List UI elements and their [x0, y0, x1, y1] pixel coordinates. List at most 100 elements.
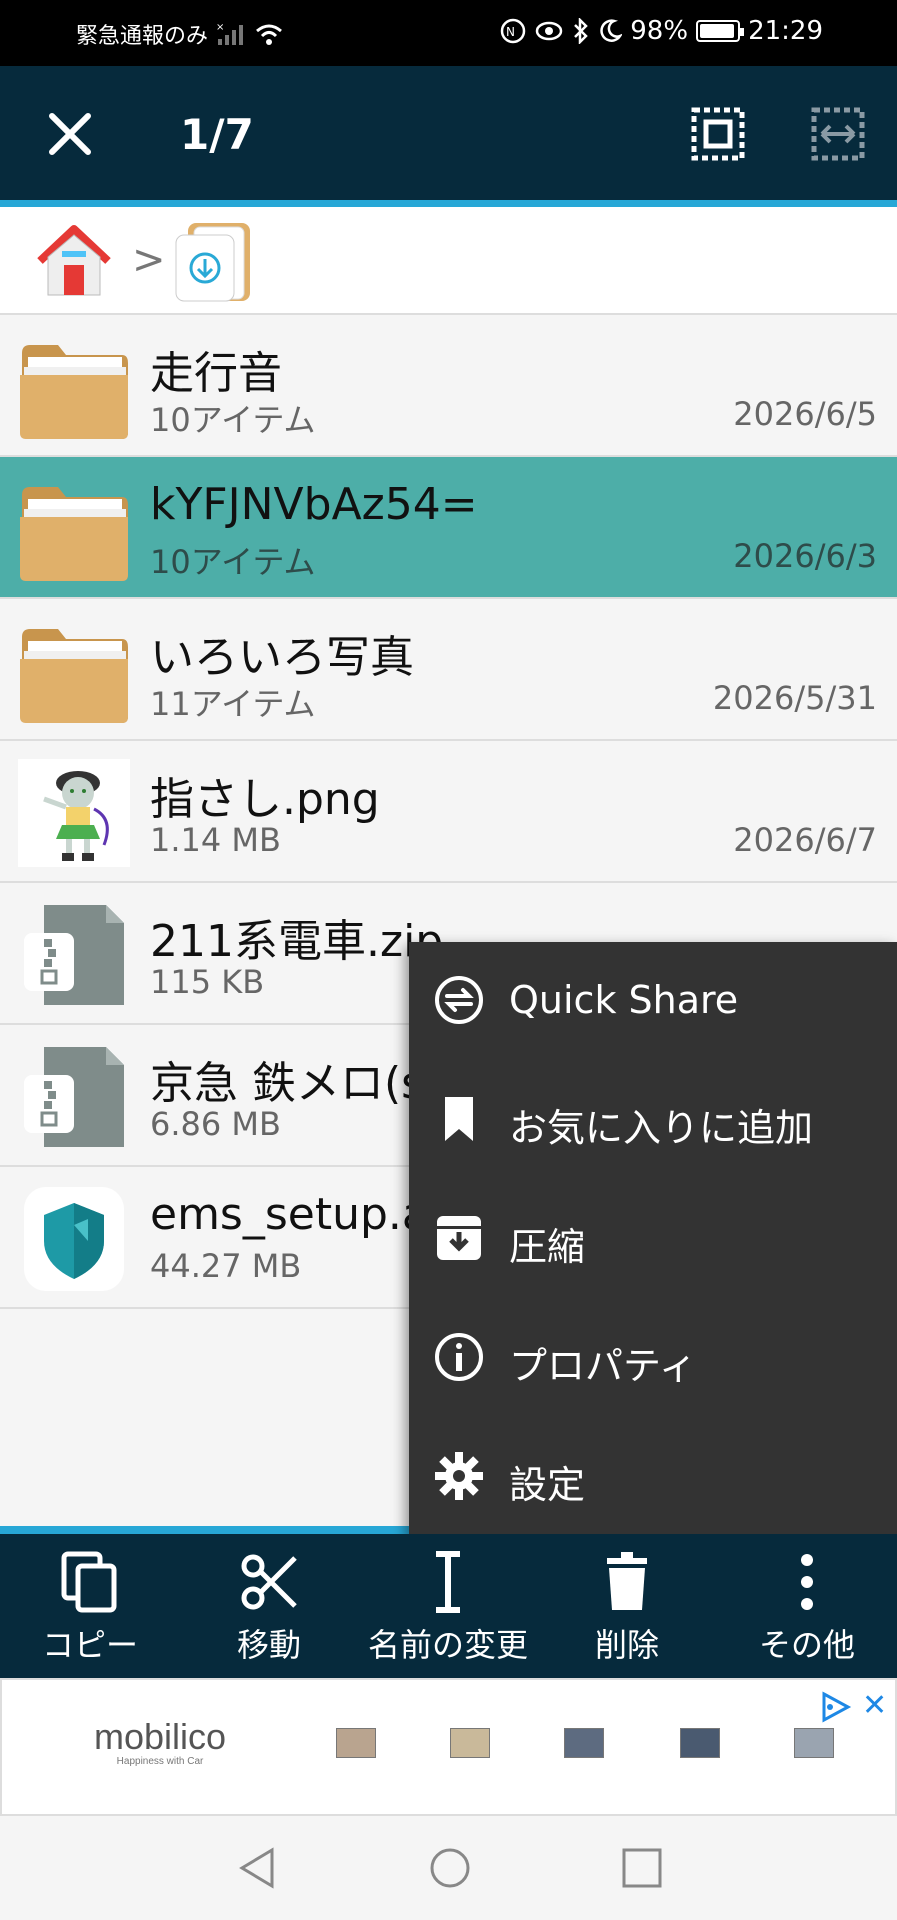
rename-button[interactable]: 名前の変更 — [358, 1534, 538, 1678]
file-meta: 44.27 MB — [150, 1247, 302, 1285]
ad-car-image — [450, 1728, 490, 1758]
gear-icon — [435, 1452, 483, 1500]
file-date: 2026/6/7 — [733, 821, 877, 859]
ad-car-image — [564, 1728, 604, 1758]
bottom-toolbar: コピー 移動 名前の変更 削除 その他 — [0, 1534, 897, 1678]
menu-label: 圧縮 — [509, 1225, 586, 1269]
ad-banner[interactable]: mobilico Happiness with Car ✕ — [0, 1678, 897, 1816]
more-button[interactable]: その他 — [717, 1534, 897, 1678]
more-vert-icon — [801, 1554, 813, 1610]
quick-share-icon — [435, 976, 483, 1024]
folder-icon — [20, 629, 128, 723]
file-meta: 1.14 MB — [150, 821, 281, 859]
bookmark-icon — [445, 1097, 473, 1141]
svg-text:N: N — [506, 25, 515, 39]
svg-text:×: × — [216, 22, 224, 33]
file-meta: 11アイテム — [150, 685, 316, 723]
file-name: 京急 鉄メロ(s — [150, 1058, 425, 1109]
file-date: 2026/6/5 — [733, 395, 877, 433]
menu-item-quick-share[interactable]: Quick Share — [409, 942, 897, 1061]
accent-line — [0, 200, 897, 207]
ad-close-icon[interactable]: ✕ — [862, 1688, 887, 1723]
status-right: N 98% 21:29 — [500, 16, 823, 46]
move-button[interactable]: 移動 — [179, 1534, 359, 1678]
home-nav-icon[interactable] — [428, 1846, 472, 1890]
ad-car-image — [680, 1728, 720, 1758]
file-meta: 115 KB — [150, 963, 265, 1001]
list-item[interactable]: 走行音 10アイテム 2026/6/5 — [0, 315, 897, 457]
menu-label: お気に入りに追加 — [509, 1106, 814, 1150]
toolbar-label: 名前の変更 — [367, 1626, 528, 1664]
status-left: 緊急通報のみ × — [76, 18, 284, 50]
battery-percent: 98% — [630, 16, 689, 46]
home-icon[interactable] — [34, 221, 114, 301]
status-bar: 緊急通報のみ × N 98% 21:29 — [0, 0, 897, 66]
folder-icon — [20, 487, 128, 581]
menu-label: プロパティ — [509, 1344, 697, 1388]
list-item-selected[interactable]: kYFJNVbAz54= 10アイテム 2026/6/3 — [0, 457, 897, 599]
eye-icon — [536, 21, 563, 41]
file-meta: 10アイテム — [150, 543, 316, 581]
system-nav-bar — [0, 1816, 897, 1920]
ad-car-image — [336, 1728, 376, 1758]
ad-car-image — [794, 1728, 834, 1758]
file-name: kYFJNVbAz54= — [150, 479, 478, 530]
toolbar-label: 移動 — [236, 1626, 301, 1664]
back-icon[interactable] — [236, 1846, 280, 1890]
ad-choices-icon[interactable] — [818, 1690, 852, 1724]
menu-item-compress[interactable]: 圧縮 — [409, 1180, 897, 1299]
file-name: 指さし.png — [150, 774, 380, 825]
menu-item-settings[interactable]: 設定 — [409, 1418, 897, 1537]
copy-button[interactable]: コピー — [0, 1534, 180, 1678]
menu-label: Quick Share — [509, 978, 739, 1022]
image-thumbnail — [18, 759, 130, 867]
select-range-icon[interactable] — [808, 104, 868, 164]
file-date: 2026/5/31 — [712, 679, 877, 717]
folder-icon — [20, 345, 128, 439]
menu-item-favorite[interactable]: お気に入りに追加 — [409, 1061, 897, 1180]
info-icon — [435, 1333, 483, 1381]
toolbar-label: 削除 — [594, 1626, 659, 1664]
zip-file-icon — [24, 1047, 124, 1147]
copy-icon — [61, 1551, 117, 1613]
toolbar-label: その他 — [758, 1626, 855, 1664]
list-item[interactable]: 指さし.png 1.14 MB 2026/6/7 — [0, 741, 897, 883]
file-name: 211系電車.zip — [150, 916, 444, 967]
toolbar-label: コピー — [41, 1626, 138, 1664]
ad-logo-subtext: Happiness with Car — [116, 1756, 204, 1767]
nfc-icon: N — [501, 18, 526, 44]
battery-icon — [696, 20, 745, 42]
rename-cursor-icon — [436, 1551, 460, 1613]
action-bar: 1/7 — [0, 66, 897, 200]
scissors-icon — [241, 1554, 297, 1610]
recent-apps-icon[interactable] — [620, 1846, 664, 1890]
bluetooth-icon — [574, 18, 589, 44]
moon-icon — [600, 19, 623, 42]
carrier-text: 緊急通報のみ — [76, 24, 209, 49]
download-folder-icon[interactable] — [172, 219, 256, 305]
no-signal-icon: × — [216, 22, 244, 45]
wifi-icon — [256, 24, 282, 45]
file-meta: 6.86 MB — [150, 1105, 281, 1143]
file-date: 2026/6/3 — [733, 537, 877, 575]
file-meta: 10アイテム — [150, 401, 316, 439]
archive-icon — [437, 1216, 481, 1260]
select-all-icon[interactable] — [688, 104, 748, 164]
clock: 21:29 — [748, 16, 823, 46]
list-item[interactable]: いろいろ写真 11アイテム 2026/5/31 — [0, 599, 897, 741]
delete-button[interactable]: 削除 — [537, 1534, 717, 1678]
close-icon[interactable] — [40, 104, 100, 164]
overflow-popup-menu: Quick Share お気に入りに追加 圧縮 プロパティ 設定 — [409, 942, 897, 1538]
menu-item-properties[interactable]: プロパティ — [409, 1299, 897, 1418]
ad-logo: mobilico Happiness with Car — [94, 1716, 226, 1767]
breadcrumb: > — [0, 207, 897, 315]
selection-count: 1/7 — [180, 110, 254, 159]
apk-shield-icon — [24, 1187, 124, 1291]
trash-icon — [607, 1552, 647, 1610]
zip-file-icon — [24, 905, 124, 1005]
menu-label: 設定 — [509, 1463, 586, 1507]
file-name: いろいろ写真 — [150, 632, 414, 683]
file-name: 走行音 — [150, 348, 282, 399]
breadcrumb-separator: > — [132, 237, 166, 283]
ad-logo-text: mobilico — [94, 1716, 227, 1757]
